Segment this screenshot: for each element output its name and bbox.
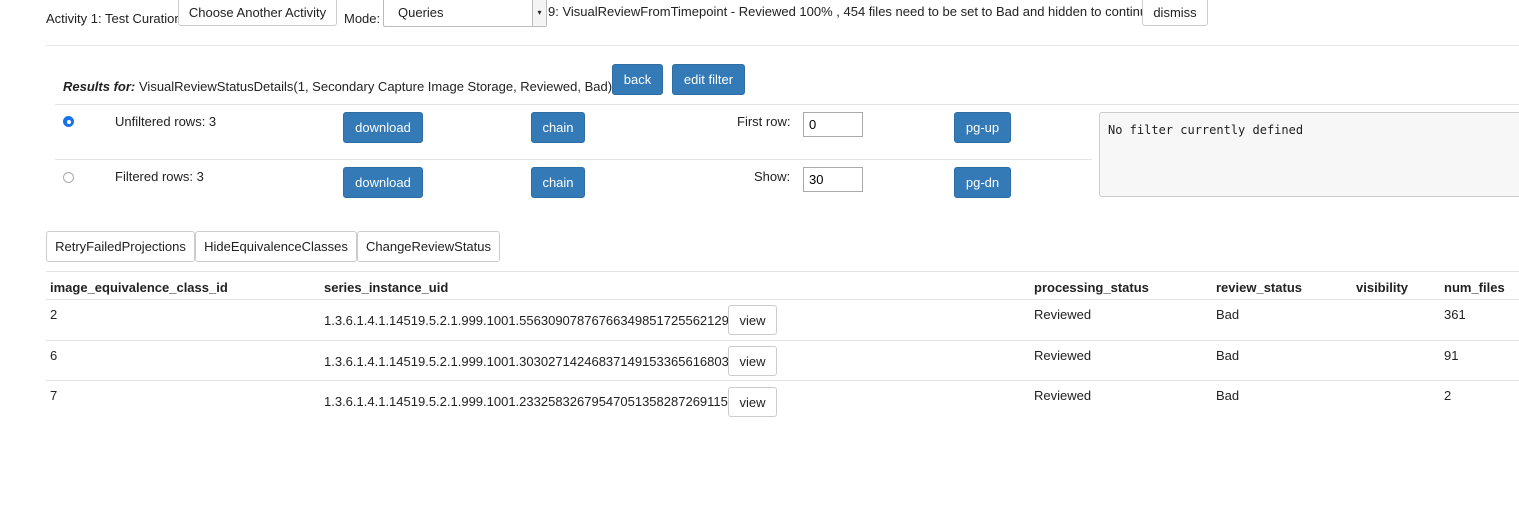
cell-review-status: Bad (1216, 348, 1240, 363)
retry-failed-projections-button[interactable]: RetryFailedProjections (46, 231, 195, 262)
col-header-series-instance-uid: series_instance_uid (324, 280, 449, 295)
cell-processing-status: Reviewed (1034, 307, 1092, 322)
header-divider (46, 45, 1519, 46)
col-header-review-status: review_status (1216, 280, 1302, 295)
col-header-num-files: num_files (1444, 280, 1505, 295)
show-label: Show: (754, 169, 791, 184)
filtered-radio[interactable] (63, 172, 74, 183)
results-divider-mid (55, 159, 1092, 160)
row-border (46, 340, 1519, 341)
cell-image-equivalence-class-id: 2 (50, 307, 58, 322)
first-row-label: First row: (737, 114, 791, 129)
view-button[interactable]: view (728, 346, 777, 376)
pg-dn-button[interactable]: pg-dn (954, 167, 1011, 198)
pg-up-button[interactable]: pg-up (954, 112, 1011, 143)
filtered-rows-label: Filtered rows: 3 (115, 169, 204, 184)
cell-review-status: Bad (1216, 307, 1240, 322)
activity-label: Activity 1: Test Curation (46, 11, 182, 26)
cell-image-equivalence-class-id: 6 (50, 348, 58, 363)
results-divider-top (55, 104, 1519, 105)
show-input[interactable] (803, 167, 863, 192)
choose-activity-button[interactable]: Choose Another Activity (178, 0, 337, 26)
view-button[interactable]: view (728, 387, 777, 417)
status-message: 9: VisualReviewFromTimepoint - Reviewed … (548, 4, 1158, 19)
change-review-status-button[interactable]: ChangeReviewStatus (357, 231, 500, 262)
row-border (46, 380, 1519, 381)
cell-processing-status: Reviewed (1034, 348, 1092, 363)
cell-series-instance-uid: 1.3.6.1.4.1.14519.5.2.1.999.1001.5563090… (324, 313, 728, 328)
chain-unfiltered-button[interactable]: chain (531, 112, 585, 143)
cell-image-equivalence-class-id: 7 (50, 388, 58, 403)
col-header-image-equivalence-class-id: image_equivalence_class_id (50, 280, 228, 295)
mode-value: Queries (398, 5, 444, 20)
col-header-processing-status: processing_status (1034, 280, 1149, 295)
filter-display: No filter currently defined (1099, 112, 1519, 197)
download-filtered-button[interactable]: download (343, 167, 423, 198)
chevron-down-icon: ▾ (532, 0, 546, 26)
cell-series-instance-uid: 1.3.6.1.4.1.14519.5.2.1.999.1001.2332583… (324, 394, 728, 409)
dismiss-button[interactable]: dismiss (1142, 0, 1208, 26)
cell-num-files: 91 (1444, 348, 1459, 363)
mode-label: Mode: (344, 11, 381, 26)
back-button[interactable]: back (612, 64, 663, 95)
cell-num-files: 2 (1444, 388, 1452, 403)
first-row-input[interactable] (803, 112, 863, 137)
cell-num-files: 361 (1444, 307, 1466, 322)
cell-processing-status: Reviewed (1034, 388, 1092, 403)
chain-filtered-button[interactable]: chain (531, 167, 585, 198)
table-header-border (46, 299, 1519, 300)
download-unfiltered-button[interactable]: download (343, 112, 423, 143)
unfiltered-rows-label: Unfiltered rows: 3 (115, 114, 217, 129)
table-top-border (46, 271, 1519, 272)
hide-equivalence-classes-button[interactable]: HideEquivalenceClasses (195, 231, 357, 262)
mode-select[interactable]: Queries ▾ (383, 0, 547, 27)
results-for-label: Results for: (63, 79, 136, 94)
cell-review-status: Bad (1216, 388, 1240, 403)
col-header-visibility: visibility (1356, 280, 1409, 295)
view-button[interactable]: view (728, 305, 777, 335)
query-text: VisualReviewStatusDetails(1, Secondary C… (139, 79, 613, 94)
cell-series-instance-uid: 1.3.6.1.4.1.14519.5.2.1.999.1001.3030271… (324, 354, 728, 369)
unfiltered-radio[interactable] (63, 116, 74, 127)
edit-filter-button[interactable]: edit filter (672, 64, 745, 95)
